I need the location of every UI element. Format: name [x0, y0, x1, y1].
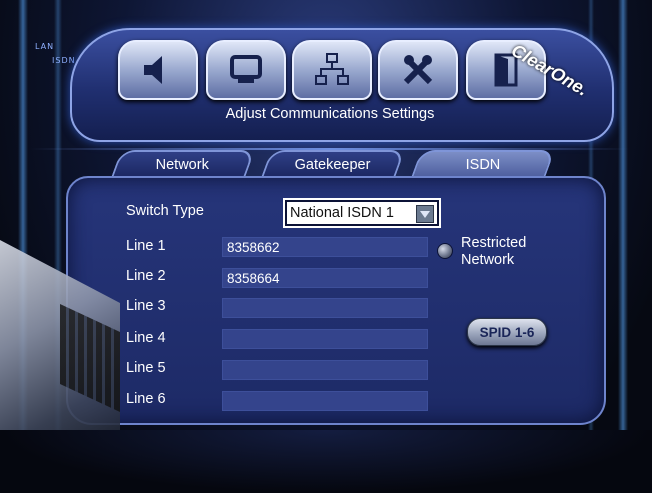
mode-lan-indicator: LAN	[35, 42, 55, 51]
tools-icon[interactable]	[378, 40, 458, 100]
restricted-network-label-line1: Restricted	[461, 235, 527, 251]
mode-isdn-indicator: ISDN	[52, 56, 76, 65]
tab-isdn[interactable]: ISDN	[410, 150, 556, 178]
footer-shadow	[0, 430, 652, 493]
chevron-down-icon[interactable]	[416, 205, 434, 223]
light-beam	[618, 0, 628, 493]
restricted-network-label-line2: Network	[461, 252, 515, 268]
network-icon[interactable]	[292, 40, 372, 100]
line-4-input[interactable]	[222, 329, 428, 349]
speaker-icon[interactable]	[118, 40, 198, 100]
app-window: LAN ISDN ClearOne. Adjust Communications…	[0, 0, 652, 493]
line-3-label: Line 3	[126, 298, 166, 314]
line-2-input[interactable]: 8358664	[222, 268, 428, 288]
line-1-label: Line 1	[126, 238, 166, 254]
line-5-label: Line 5	[126, 360, 166, 376]
line-6-label: Line 6	[126, 391, 166, 407]
line-4-label: Line 4	[126, 330, 166, 346]
line-2-label: Line 2	[126, 268, 166, 284]
tab-network[interactable]: Network	[110, 150, 256, 178]
monitor-icon[interactable]	[206, 40, 286, 100]
restricted-network-radio[interactable]	[437, 243, 453, 259]
page-title: Adjust Communications Settings	[225, 106, 435, 122]
line-1-input[interactable]: 8358662	[222, 237, 428, 257]
spid-button[interactable]: SPID 1-6	[467, 318, 547, 346]
switch-type-label: Switch Type	[126, 203, 204, 219]
switch-type-select[interactable]: National ISDN 1	[283, 198, 441, 228]
switch-type-value: National ISDN 1	[290, 205, 394, 221]
line-6-input[interactable]	[222, 391, 428, 411]
restricted-network-label: Restricted Network	[461, 235, 561, 269]
line-5-input[interactable]	[222, 360, 428, 380]
tab-gatekeeper[interactable]: Gatekeeper	[260, 150, 406, 178]
line-3-input[interactable]	[222, 298, 428, 318]
